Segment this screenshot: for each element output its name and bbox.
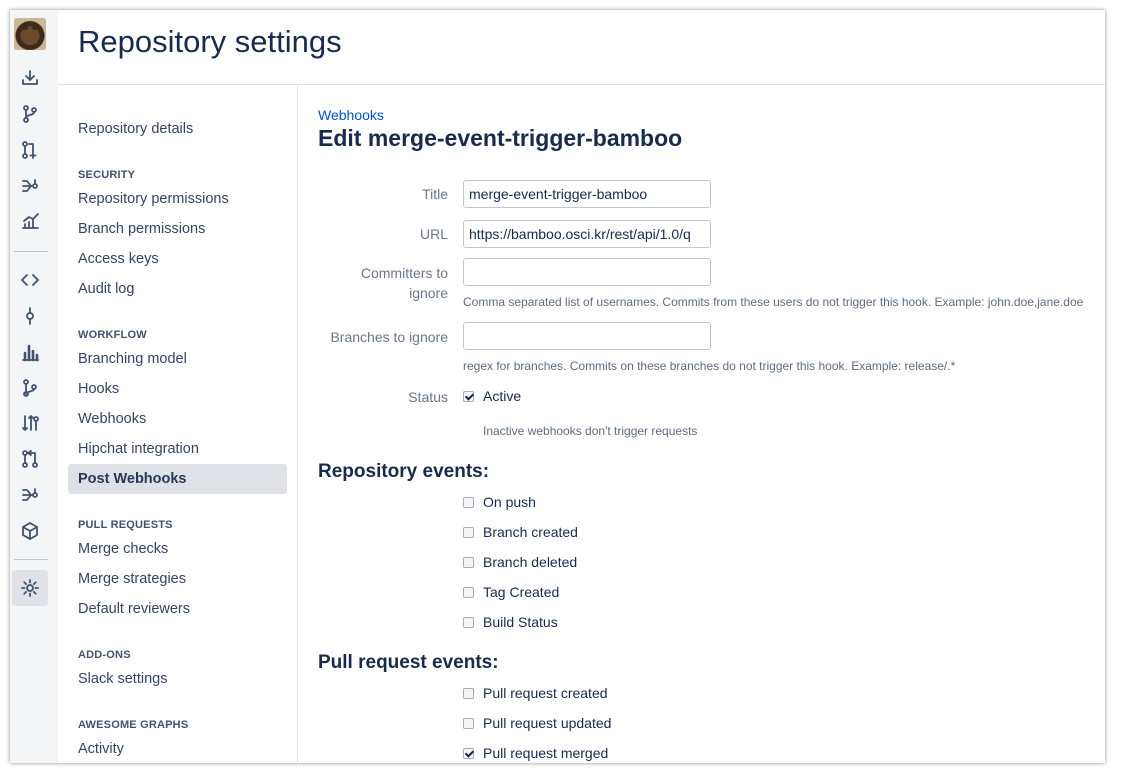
repository-events-title: Repository events: xyxy=(318,461,490,482)
committers-input[interactable] xyxy=(463,258,711,286)
branch-created-label[interactable]: Branch created xyxy=(483,524,578,540)
pr-created-checkbox[interactable] xyxy=(463,688,474,699)
status-label: Status xyxy=(408,389,448,405)
nav-heading-pull-requests: PULL REQUESTS xyxy=(78,519,173,531)
pr-created-label[interactable]: Pull request created xyxy=(483,685,608,701)
tag-created-checkbox[interactable] xyxy=(463,587,474,598)
fork-icon[interactable] xyxy=(19,175,41,197)
nav-heading-workflow: WORKFLOW xyxy=(78,329,147,341)
branches-icon[interactable] xyxy=(19,103,41,125)
nav-item-branching-model[interactable]: Branching model xyxy=(68,344,287,374)
nav-item-repository-permissions[interactable]: Repository permissions xyxy=(68,184,287,214)
nav-item-activity[interactable]: Activity xyxy=(68,734,287,763)
title-input[interactable]: merge-event-trigger-bamboo xyxy=(463,180,711,208)
committers-label-line2: ignore xyxy=(409,285,448,301)
project-avatar[interactable] xyxy=(14,18,46,50)
clone-icon[interactable] xyxy=(19,67,41,89)
branches-help: regex for branches. Commits on these bra… xyxy=(463,359,956,373)
branches-label: Branches to ignore xyxy=(330,329,448,345)
page-title: Repository settings xyxy=(78,24,342,59)
nav-item-post-webhooks[interactable]: Post Webhooks xyxy=(68,464,287,494)
on-push-label[interactable]: On push xyxy=(483,494,536,510)
nav-item-repository-details[interactable]: Repository details xyxy=(68,114,287,144)
app-window: Repository settings Repository details S… xyxy=(10,10,1105,763)
on-push-checkbox[interactable] xyxy=(463,497,474,508)
pr-merged-label[interactable]: Pull request merged xyxy=(483,745,608,761)
pr-merged-checkbox[interactable] xyxy=(463,748,474,759)
commits-icon[interactable] xyxy=(19,305,41,327)
nav-item-hipchat-integration[interactable]: Hipchat integration xyxy=(68,434,287,464)
build-status-checkbox[interactable] xyxy=(463,617,474,628)
branch-graph-icon[interactable] xyxy=(19,377,41,399)
insights-icon[interactable] xyxy=(19,210,41,232)
settings-icon[interactable] xyxy=(19,577,41,599)
pull-request-events-title: Pull request events: xyxy=(318,652,499,673)
branch-deleted-checkbox[interactable] xyxy=(463,557,474,568)
nav-item-webhooks[interactable]: Webhooks xyxy=(68,404,287,434)
branch-deleted-label[interactable]: Branch deleted xyxy=(483,554,577,570)
status-help: Inactive webhooks don't trigger requests xyxy=(483,424,698,438)
title-label: Title xyxy=(422,186,448,202)
branches-input[interactable] xyxy=(463,322,711,350)
nav-item-merge-strategies[interactable]: Merge strategies xyxy=(68,564,287,594)
settings-nav: Repository details SECURITY Repository p… xyxy=(58,85,298,763)
page-header: Repository settings xyxy=(58,10,1105,85)
nav-item-audit-log[interactable]: Audit log xyxy=(68,274,287,304)
nav-heading-add-ons: ADD-ONS xyxy=(78,649,131,661)
build-status-label[interactable]: Build Status xyxy=(483,614,558,630)
pr-updated-label[interactable]: Pull request updated xyxy=(483,715,611,731)
nav-item-slack-settings[interactable]: Slack settings xyxy=(68,664,287,694)
nav-heading-security: SECURITY xyxy=(78,169,136,181)
pull-requests-icon[interactable] xyxy=(19,448,41,470)
nav-item-branch-permissions[interactable]: Branch permissions xyxy=(68,214,287,244)
pull-request-create-icon[interactable] xyxy=(19,139,41,161)
nav-item-merge-checks[interactable]: Merge checks xyxy=(68,534,287,564)
forks-icon[interactable] xyxy=(19,484,41,506)
compare-icon[interactable] xyxy=(19,412,41,434)
rail-divider xyxy=(14,251,48,252)
url-input[interactable]: https://bamboo.osci.kr/rest/api/1.0/q xyxy=(463,220,711,248)
sidebar-rail xyxy=(10,10,58,763)
nav-item-access-keys[interactable]: Access keys xyxy=(68,244,287,274)
tag-created-label[interactable]: Tag Created xyxy=(483,584,559,600)
edit-heading: Edit merge-event-trigger-bamboo xyxy=(318,125,683,151)
rail-divider xyxy=(14,559,48,560)
active-checkbox[interactable] xyxy=(463,391,474,402)
package-icon[interactable] xyxy=(19,520,41,542)
nav-item-hooks[interactable]: Hooks xyxy=(68,374,287,404)
nav-item-default-reviewers[interactable]: Default reviewers xyxy=(68,594,287,624)
source-icon[interactable] xyxy=(19,269,41,291)
main-content: Webhooks Edit merge-event-trigger-bamboo… xyxy=(298,85,1105,763)
branch-created-checkbox[interactable] xyxy=(463,527,474,538)
active-checkbox-label[interactable]: Active xyxy=(483,388,521,404)
committers-help: Comma separated list of usernames. Commi… xyxy=(463,295,1084,309)
reports-icon[interactable] xyxy=(19,341,41,363)
breadcrumb-webhooks[interactable]: Webhooks xyxy=(318,107,384,123)
nav-heading-awesome-graphs: AWESOME GRAPHS xyxy=(78,719,189,731)
pr-updated-checkbox[interactable] xyxy=(463,718,474,729)
url-label: URL xyxy=(419,226,448,242)
committers-label-line1: Committers to xyxy=(360,265,448,281)
